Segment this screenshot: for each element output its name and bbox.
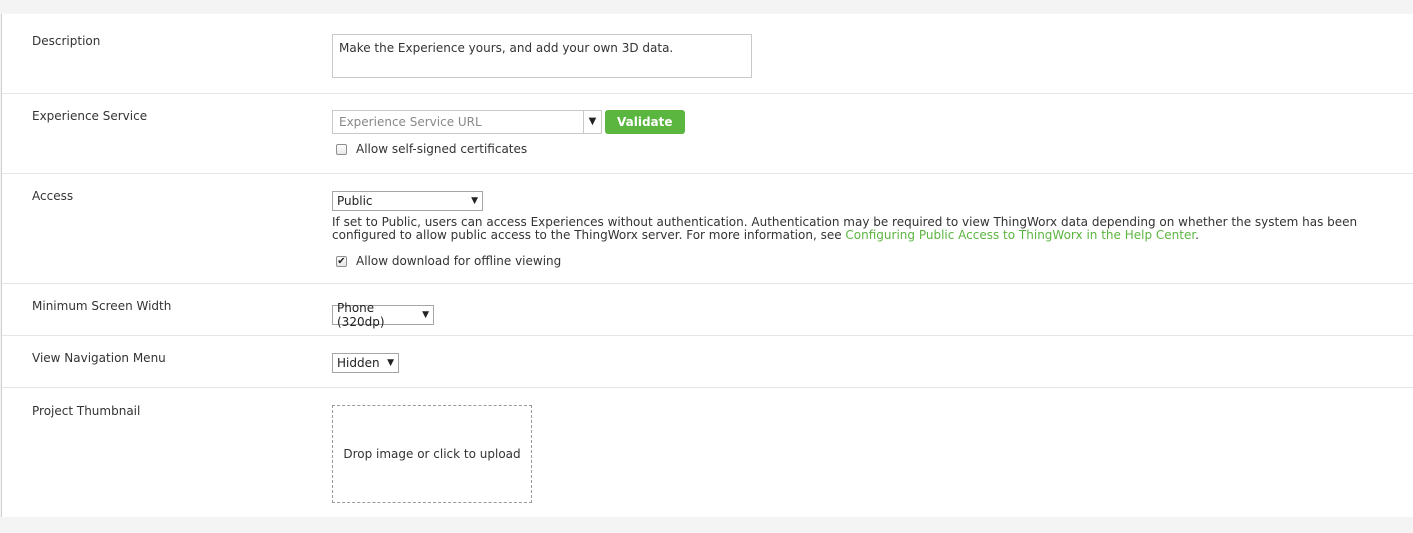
self-signed-label: Allow self-signed certificates (356, 142, 528, 156)
experience-service-url-input[interactable]: Experience Service URL (332, 110, 584, 134)
self-signed-checkbox[interactable] (336, 143, 347, 155)
offline-label: Allow download for offline viewing (356, 254, 562, 268)
description-label: Description (32, 34, 101, 48)
access-help-suffix: . (1195, 228, 1199, 242)
view-navigation-menu-select[interactable]: Hidden ▼ (332, 353, 399, 373)
self-signed-checkbox-row: Allow self-signed certificates (332, 142, 685, 156)
access-label: Access (32, 189, 74, 203)
project-thumbnail-label: Project Thumbnail (32, 404, 141, 418)
project-thumbnail-row: Project Thumbnail Drop image or click to… (2, 388, 1413, 517)
access-help-text: If set to Public, users can access Exper… (332, 216, 1382, 242)
experience-service-combobox[interactable]: Experience Service URL ▼ (332, 110, 602, 134)
description-textarea[interactable]: Make the Experience yours, and add your … (332, 34, 752, 78)
access-selected-value: Public (337, 194, 373, 208)
help-center-link[interactable]: Configuring Public Access to ThingWorx i… (845, 228, 1195, 242)
access-row: Access Public ▼ If set to Public, users … (2, 174, 1413, 284)
experience-service-row: Experience Service Experience Service UR… (2, 94, 1413, 174)
access-select[interactable]: Public ▼ (332, 191, 483, 211)
caret-down-icon: ▼ (422, 310, 429, 320)
min-screen-width-label: Minimum Screen Width (32, 299, 172, 313)
view-navigation-menu-selected-value: Hidden (337, 356, 380, 370)
min-screen-width-selected-value: Phone (320dp) (337, 301, 385, 329)
settings-panel: Description Make the Experience yours, a… (1, 14, 1413, 517)
min-screen-width-row: Minimum Screen Width Phone (320dp) ▼ (2, 284, 1413, 336)
caret-down-icon: ▼ (471, 196, 478, 206)
description-row: Description Make the Experience yours, a… (2, 14, 1413, 94)
min-screen-width-select[interactable]: Phone (320dp) ▼ (332, 301, 434, 329)
view-navigation-menu-row: View Navigation Menu Hidden ▼ (2, 336, 1413, 388)
caret-down-icon[interactable]: ▼ (584, 110, 602, 134)
offline-checkbox[interactable]: ✔ (336, 255, 347, 267)
dropzone-text: Drop image or click to upload (343, 447, 521, 461)
view-navigation-menu-label: View Navigation Menu (32, 351, 166, 365)
validate-button[interactable]: Validate (605, 110, 685, 134)
experience-service-label: Experience Service (32, 109, 148, 123)
offline-checkbox-row: ✔ Allow download for offline viewing (332, 254, 1382, 268)
caret-down-icon: ▼ (387, 358, 394, 368)
thumbnail-dropzone[interactable]: Drop image or click to upload (332, 405, 532, 503)
